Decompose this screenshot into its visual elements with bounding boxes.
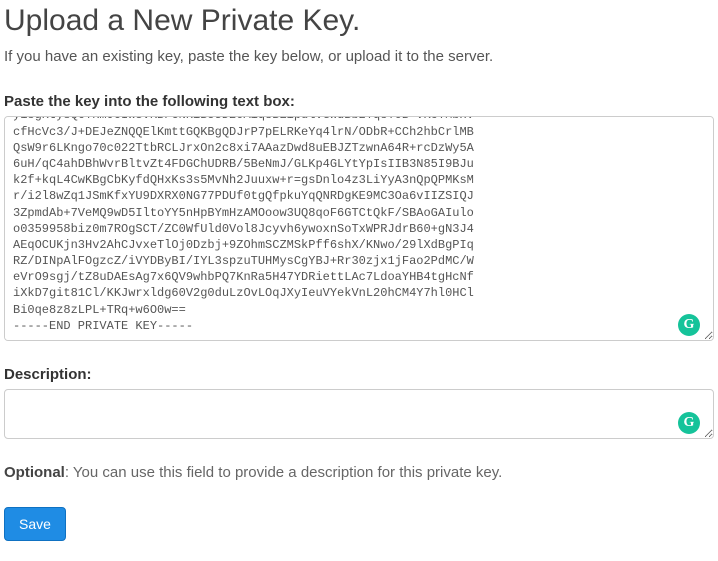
optional-word: Optional: [4, 464, 65, 481]
optional-help-text: Optional: You can use this field to prov…: [4, 464, 714, 481]
description-textarea[interactable]: [4, 389, 714, 439]
page-title: Upload a New Private Key.: [4, 4, 714, 38]
paste-key-label: Paste the key into the following text bo…: [4, 93, 714, 110]
private-key-textarea[interactable]: [4, 116, 714, 341]
description-textarea-wrap: G: [4, 389, 714, 444]
key-textarea-wrap: G: [4, 116, 714, 346]
description-label: Description:: [4, 366, 714, 383]
optional-rest: : You can use this field to provide a de…: [65, 464, 502, 481]
save-button[interactable]: Save: [4, 507, 66, 541]
page-subtitle: If you have an existing key, paste the k…: [4, 48, 714, 65]
